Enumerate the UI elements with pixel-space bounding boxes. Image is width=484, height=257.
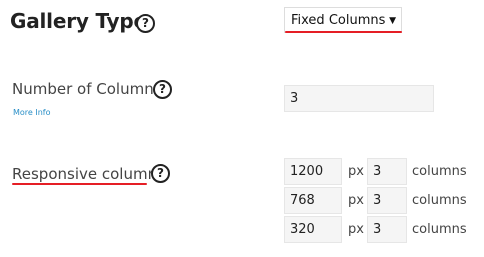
breakpoint-columns-input[interactable]: 3	[367, 216, 407, 243]
columns-suffix-label: columns	[412, 193, 467, 208]
breakpoint-columns-input[interactable]: 3	[367, 158, 407, 185]
columns-suffix-label: columns	[412, 222, 467, 237]
gallery-type-title: Gallery Type	[10, 9, 147, 33]
highlight-underline-responsive	[12, 183, 147, 185]
number-of-columns-input[interactable]: 3	[284, 85, 434, 112]
breakpoint-width-input[interactable]: 768	[284, 187, 342, 214]
help-question-icon[interactable]: ?	[136, 14, 155, 33]
number-of-columns-label: Number of Columns	[12, 80, 162, 98]
breakpoint-width-input[interactable]: 1200	[284, 158, 342, 185]
responsive-columns-label: Responsive columns	[12, 165, 165, 183]
highlight-underline-select	[285, 31, 402, 33]
breakpoint-columns-input[interactable]: 3	[367, 187, 407, 214]
gallery-type-select[interactable]: Fixed Columns ▼	[284, 7, 402, 33]
more-info-link[interactable]: More Info	[13, 108, 51, 117]
px-unit-label: px	[348, 164, 364, 179]
help-question-icon[interactable]: ?	[151, 164, 170, 183]
columns-suffix-label: columns	[412, 164, 467, 179]
gallery-type-selected-value: Fixed Columns	[291, 13, 386, 28]
breakpoint-width-input[interactable]: 320	[284, 216, 342, 243]
px-unit-label: px	[348, 193, 364, 208]
help-question-icon[interactable]: ?	[153, 80, 172, 99]
px-unit-label: px	[348, 222, 364, 237]
